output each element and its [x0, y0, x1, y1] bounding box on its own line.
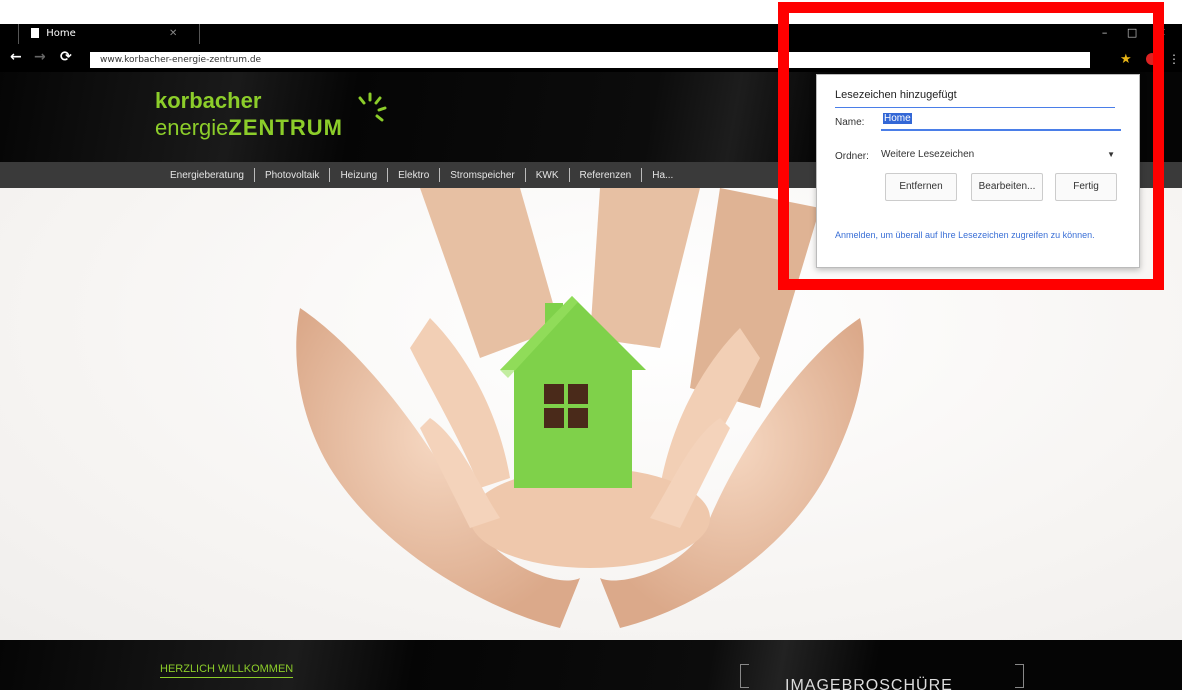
welcome-heading: HERZLICH WILLKOMMEN [160, 663, 294, 678]
logo-burst-icon [358, 92, 387, 122]
logo-bold: ZENTRUM [228, 115, 343, 140]
nav-item[interactable]: Referenzen [570, 170, 642, 181]
bracket-right [1015, 664, 1024, 688]
brochure-link[interactable]: IMAGEBROSCHÜRE [785, 677, 953, 695]
back-icon[interactable]: ← [10, 49, 22, 65]
logo-prefix: energie [155, 115, 229, 140]
nav-item[interactable]: Heizung [330, 170, 387, 181]
bracket-left [740, 664, 749, 688]
tab-close-icon[interactable]: ✕ [169, 24, 177, 44]
menu-icon[interactable]: ⋮ [1168, 52, 1180, 66]
red-highlight-box [778, 2, 1164, 290]
nav-items: Energieberatung Photovoltaik Heizung Elektr… [160, 168, 683, 182]
page-icon [31, 28, 39, 38]
reload-icon[interactable]: ⟳ [60, 49, 72, 65]
browser-tab[interactable]: Home ✕ [18, 24, 200, 44]
tab-title: Home [46, 28, 76, 39]
logo-text-top[interactable]: korbacher [155, 88, 261, 114]
nav-item[interactable]: Stromspeicher [440, 170, 524, 181]
nav-item[interactable]: Elektro [388, 170, 439, 181]
nav-item[interactable]: Energieberatung [160, 170, 254, 181]
forward-icon[interactable]: → [34, 49, 46, 65]
nav-item[interactable]: Ha... [642, 170, 683, 181]
nav-item[interactable]: Photovoltaik [255, 170, 329, 181]
logo-text-bottom[interactable]: energieZENTRUM [155, 115, 343, 141]
nav-item[interactable]: KWK [526, 170, 569, 181]
